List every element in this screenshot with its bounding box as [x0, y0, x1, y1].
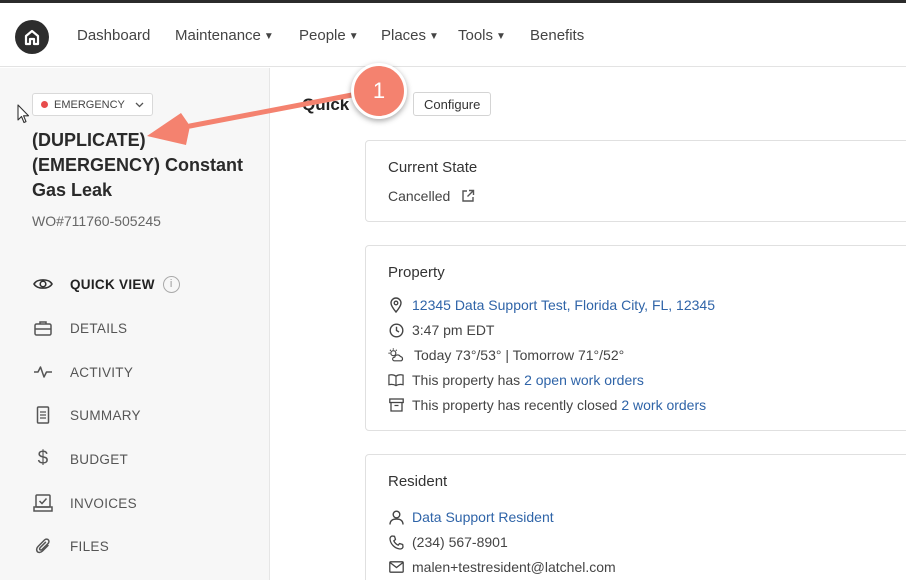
property-closed-orders-row: This property has recently closed 2 work…	[388, 397, 706, 413]
sidebar-item-details[interactable]: DETAILS	[32, 317, 127, 339]
invoice-icon	[32, 492, 54, 514]
step-callout-badge: 1	[351, 63, 407, 119]
nav-people[interactable]: People ▼	[299, 27, 359, 44]
nav-people-label: People	[299, 27, 346, 44]
mouse-cursor-icon	[17, 104, 30, 124]
closed-orders-text: This property has recently closed	[412, 397, 622, 413]
card-title: Resident	[388, 473, 448, 490]
sidebar-item-label: ACTIVITY	[70, 364, 134, 380]
work-order-sidebar: EMERGENCY (DUPLICATE) (EMERGENCY) Consta…	[0, 68, 270, 580]
nav-dashboard[interactable]: Dashboard	[77, 27, 150, 44]
property-local-time: 3:47 pm EDT	[412, 322, 495, 338]
sidebar-item-quick-view[interactable]: QUICK VIEW i	[32, 273, 180, 295]
nav-maintenance[interactable]: Maintenance ▼	[175, 27, 274, 44]
sidebar-item-files[interactable]: FILES	[32, 535, 109, 557]
step-number: 1	[372, 78, 386, 103]
resident-name-link[interactable]: Data Support Resident	[412, 509, 554, 525]
badge-label: EMERGENCY	[54, 98, 125, 111]
resident-name-row: Data Support Resident	[388, 509, 554, 525]
pulse-icon	[32, 361, 54, 383]
open-work-orders-link[interactable]: 2 open work orders	[524, 372, 644, 388]
work-order-number: WO#711760-505245	[32, 213, 161, 229]
card-title: Current State	[388, 159, 478, 176]
quick-view-heading: Quick	[302, 95, 350, 114]
top-navbar: Dashboard Maintenance ▼ People ▼ Places ▼ T…	[0, 3, 906, 67]
resident-email: malen+testresident@latchel.com	[412, 559, 616, 575]
user-icon	[388, 509, 404, 525]
resident-phone: (234) 567-8901	[412, 534, 508, 550]
nav-benefits-label: Benefits	[530, 27, 585, 44]
configure-button[interactable]: Configure	[413, 92, 492, 116]
location-pin-icon	[388, 297, 404, 313]
briefcase-icon	[32, 317, 54, 339]
property-time-row: 3:47 pm EDT	[388, 322, 494, 338]
eye-icon	[32, 273, 54, 295]
home-logo-icon[interactable]	[15, 20, 49, 54]
nav-maintenance-label: Maintenance	[175, 27, 261, 44]
status-dot-icon	[41, 101, 48, 108]
nav-places[interactable]: Places ▼	[381, 27, 439, 44]
property-address-row: 12345 Data Support Test, Florida City, F…	[388, 297, 715, 313]
weather-icon	[388, 347, 404, 363]
nav-places-label: Places	[381, 27, 427, 44]
dollar-icon: $	[37, 448, 49, 469]
property-weather: Today 73°/53° | Tomorrow 71°/52°	[414, 347, 625, 363]
title-line: (DUPLICATE)	[32, 130, 146, 150]
property-card: Property 12345 Data Support Test, Florid…	[365, 245, 906, 431]
current-state-row: Cancelled	[388, 188, 475, 204]
sidebar-item-label: SUMMARY	[70, 407, 141, 423]
main-content: Quick Configure Current State Cancelled …	[271, 68, 906, 580]
document-icon	[32, 404, 54, 426]
resident-email-row: malen+testresident@latchel.com	[388, 559, 616, 575]
info-icon[interactable]: i	[162, 275, 180, 293]
sidebar-item-budget[interactable]: $ BUDGET	[32, 448, 128, 470]
nav-tools-label: Tools	[458, 27, 494, 44]
sidebar-item-label: INVOICES	[70, 495, 137, 511]
phone-icon	[388, 534, 404, 550]
paperclip-icon	[32, 535, 54, 557]
clock-icon	[388, 322, 404, 338]
emergency-badge[interactable]: EMERGENCY	[32, 93, 153, 116]
sidebar-item-label: FILES	[70, 538, 110, 554]
sidebar-item-summary[interactable]: SUMMARY	[32, 404, 141, 426]
caret-down-icon: ▼	[263, 31, 274, 42]
current-state-card: Current State Cancelled	[365, 140, 906, 222]
sidebar-item-activity[interactable]: ACTIVITY	[32, 361, 133, 383]
resident-card: Resident Data Support Resident (234) 567…	[365, 454, 906, 580]
current-state-value: Cancelled	[388, 188, 451, 204]
configure-label: Configure	[424, 96, 481, 112]
sidebar-item-label: DETAILS	[70, 320, 128, 336]
sidebar-item-label: QUICK VIEW	[70, 276, 155, 292]
title-line: Gas Leak	[32, 180, 113, 200]
external-link-icon[interactable]	[461, 189, 475, 203]
title-line: (EMERGENCY) Constant	[32, 155, 243, 175]
card-title: Property	[388, 264, 445, 281]
caret-down-icon: ▼	[348, 31, 359, 42]
property-open-orders-row: This property has 2 open work orders	[388, 372, 644, 388]
chevron-down-icon	[135, 100, 144, 110]
nav-benefits[interactable]: Benefits	[530, 27, 584, 44]
sidebar-item-invoices[interactable]: INVOICES	[32, 492, 137, 514]
nav-tools[interactable]: Tools ▼	[458, 27, 506, 44]
caret-down-icon: ▼	[429, 31, 439, 42]
archive-box-icon	[388, 397, 404, 413]
caret-down-icon: ▼	[496, 31, 506, 42]
nav-dashboard-label: Dashboard	[77, 27, 151, 44]
resident-phone-row: (234) 567-8901	[388, 534, 508, 550]
open-orders-text: This property has	[412, 372, 525, 388]
sidebar-item-label: BUDGET	[70, 451, 129, 467]
closed-work-orders-link[interactable]: 2 work orders	[621, 397, 706, 413]
book-open-icon	[388, 372, 404, 388]
property-weather-row: Today 73°/53° | Tomorrow 71°/52°	[388, 347, 624, 363]
work-order-title: (DUPLICATE) (EMERGENCY) Constant Gas Lea…	[32, 128, 262, 203]
property-address-link[interactable]: 12345 Data Support Test, Florida City, F…	[412, 297, 715, 313]
envelope-icon	[388, 559, 404, 575]
